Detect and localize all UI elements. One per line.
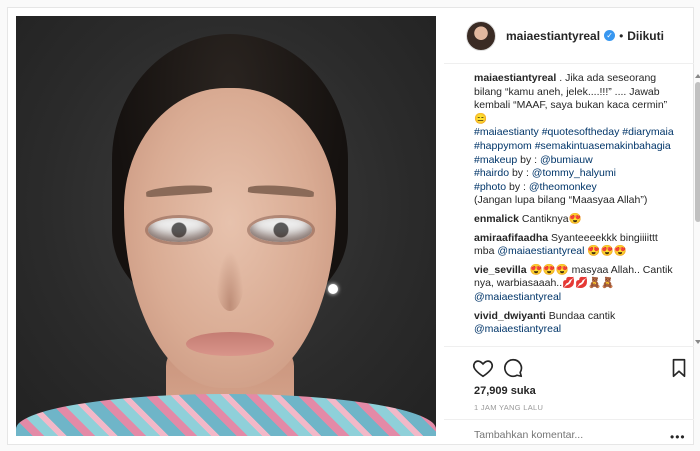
post-actions: 27,909 suka 1 JAM YANG LALU ••• <box>444 346 694 444</box>
comment-icon[interactable] <box>502 357 524 379</box>
bookmark-icon[interactable] <box>668 357 690 379</box>
mention-link[interactable]: @bumiauw <box>540 154 593 166</box>
post-photo[interactable] <box>16 16 436 436</box>
post-timestamp: 1 JAM YANG LALU <box>474 403 544 412</box>
caption-by: by : <box>509 167 532 180</box>
photo-right-eye <box>250 218 312 242</box>
mention-link[interactable]: @maiaestiantyreal <box>474 291 561 303</box>
comment-item: enmalick Cantiknya😍 <box>474 213 679 227</box>
scroll-down-icon[interactable] <box>695 340 700 344</box>
comment-username[interactable]: enmalick <box>474 213 519 225</box>
comment-text: 😍😍😍 <box>584 245 627 258</box>
comments-scrollbar[interactable] <box>695 74 700 344</box>
hashtag[interactable]: #makeup <box>474 154 517 166</box>
comment-text: Bundaa cantik <box>545 309 616 322</box>
mention-link[interactable]: @tommy_halyumi <box>532 167 616 179</box>
hashtag[interactable]: #hairdo <box>474 167 509 179</box>
photo-earring <box>328 284 338 294</box>
comment-item: vivid_dwiyanti Bundaa cantik @maiaestian… <box>474 310 679 337</box>
hashtag[interactable]: #happymom <box>474 140 532 152</box>
photo-shirt <box>16 394 436 436</box>
hashtag[interactable]: #maiaestianty <box>474 126 539 138</box>
comment-username[interactable]: amiraafifaadha <box>474 232 548 244</box>
avatar[interactable] <box>466 20 496 51</box>
comment-item: amiraafifaadha Syanteeeekkk bingiiiittt … <box>474 232 679 259</box>
header-username[interactable]: maiaestiantyreal <box>506 29 600 43</box>
header-separator: • <box>619 28 624 43</box>
comment-username[interactable]: vivid_dwiyanti <box>474 310 546 322</box>
add-comment-bar: ••• <box>444 419 694 445</box>
caption-closing: (Jangan lupa bilang “Maasyaa Allah”) <box>474 194 648 207</box>
heart-icon[interactable] <box>472 357 494 379</box>
comment-item: vie_sevilla 😍😍😍 masyaa Allah.. Cantik ny… <box>474 264 679 305</box>
action-icons <box>472 357 692 381</box>
verified-badge-icon: ✓ <box>604 30 616 41</box>
caption-username[interactable]: maiaestiantyreal <box>474 72 556 84</box>
mention-link[interactable]: @theomonkey <box>529 181 597 193</box>
caption-by: by : <box>506 180 529 193</box>
hashtag[interactable]: #quotesoftheday <box>542 126 620 138</box>
mention-link[interactable]: @maiaestiantyreal <box>497 245 584 257</box>
mention-link[interactable]: @maiaestiantyreal <box>474 323 561 335</box>
post-container: maiaestiantyreal ✓ • Diikuti maiaestiant… <box>7 7 700 445</box>
photo-nose <box>216 251 244 311</box>
photo-left-eye <box>148 218 210 242</box>
hashtag[interactable]: #semakintuasemakinbahagia <box>535 140 671 152</box>
post-header: maiaestiantyreal ✓ • Diikuti <box>444 8 694 64</box>
caption-by: by : <box>517 153 540 166</box>
post-side-panel: maiaestiantyreal ✓ • Diikuti maiaestiant… <box>444 8 700 444</box>
caption: maiaestiantyreal . Jika ada seseorang bi… <box>474 72 679 208</box>
scroll-up-icon[interactable] <box>695 74 700 78</box>
following-button[interactable]: Diikuti <box>627 29 664 43</box>
comments-list: maiaestiantyreal . Jika ada seseorang bi… <box>474 72 679 344</box>
hashtag[interactable]: #photo <box>474 181 506 193</box>
add-comment-input[interactable] <box>474 429 654 441</box>
hashtag[interactable]: #diarymaia <box>622 126 673 138</box>
likes-count[interactable]: 27,909 suka <box>474 385 536 397</box>
comment-username[interactable]: vie_sevilla <box>474 264 527 276</box>
comment-text: Cantiknya😍 <box>518 212 582 225</box>
more-options-icon[interactable]: ••• <box>670 430 686 444</box>
scrollbar-thumb[interactable] <box>695 82 700 222</box>
photo-lips <box>186 332 274 356</box>
